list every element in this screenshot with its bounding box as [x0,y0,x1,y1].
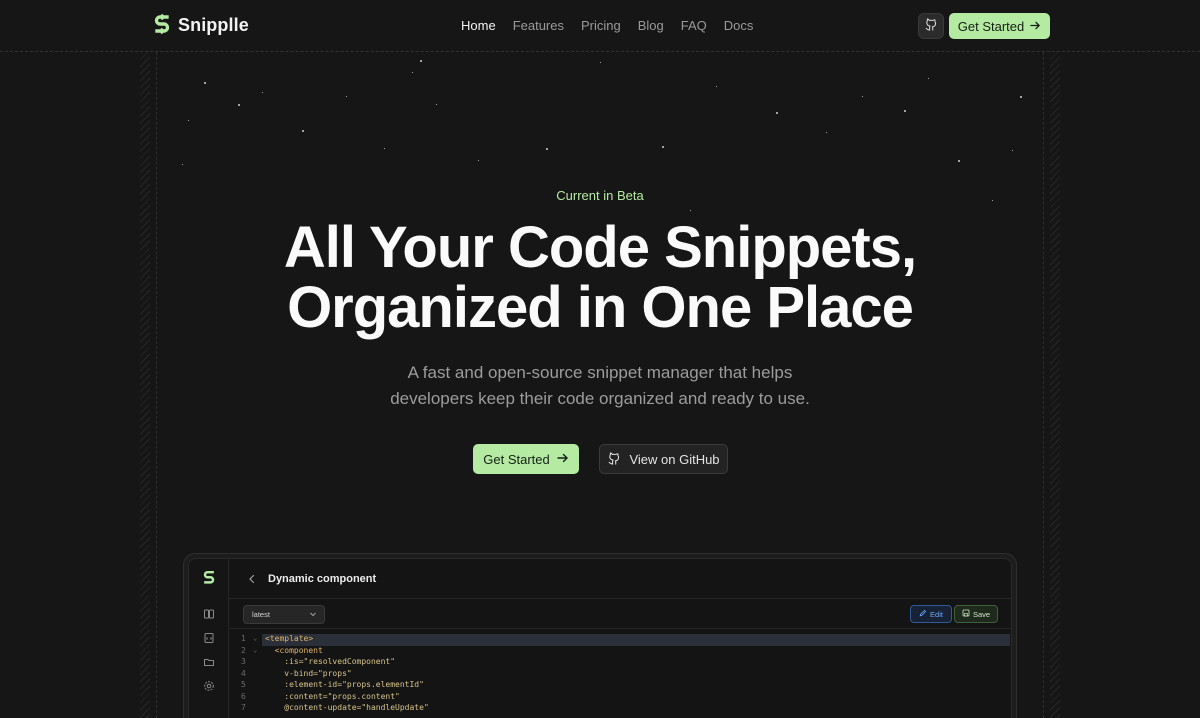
save-icon [962,609,970,619]
code-line: 2 ⌄ <component [229,646,1011,658]
code-text: <component [265,645,323,655]
code-line: 5 :element-id="props.elementId" [229,680,1011,692]
code-text: :content="props.content" [265,691,400,701]
github-icon [924,17,938,36]
line-number: 7 [241,703,246,712]
nav-link-docs[interactable]: Docs [724,18,754,33]
edit-button[interactable]: Edit [910,605,952,623]
code-text: @content-update="handleUpdate" [265,703,429,712]
code-line: 3 :is="resolvedComponent" [229,657,1011,669]
line-number: 6 [241,691,246,701]
view-on-github-button[interactable]: View on GitHub [599,444,728,474]
fold-arrow-icon[interactable]: ⌄ [253,634,257,642]
line-number: 5 [241,680,246,689]
code-line: 6 :content="props.content" [229,692,1011,704]
library-icon[interactable] [201,606,217,622]
save-button[interactable]: Save [954,605,998,623]
edit-label: Edit [930,609,943,619]
arrow-right-icon [1030,19,1041,34]
version-value: latest [252,610,270,619]
nav-link-pricing[interactable]: Pricing [581,18,621,33]
hero-headline: All Your Code Snippets, Organized in One… [0,218,1200,338]
github-icon [607,451,621,468]
code-line: 1 ⌄ <template> [229,634,1011,646]
nav-link-blog[interactable]: Blog [638,18,664,33]
get-started-label: Get Started [483,451,550,467]
arrow-right-icon [557,452,569,467]
snippet-title: Dynamic component [268,573,377,585]
code-line: 4 v-bind="props" [229,669,1011,681]
headline-line-2: Organized in One Place [287,275,914,340]
app-preview: Dynamic component latest Edit Save 1 ⌄ < [188,558,1012,718]
headline-line-1: All Your Code Snippets, [283,215,917,280]
beta-badge: Current in Beta [556,188,644,203]
subtitle-line-2: developers keep their code organized and… [390,389,810,408]
snippet-icon[interactable] [201,630,217,646]
settings-icon[interactable] [201,678,217,694]
app-sidebar [189,559,229,718]
folder-icon[interactable] [201,654,217,670]
fold-arrow-icon[interactable]: ⌄ [253,646,257,654]
brand-name: Snipplle [178,14,249,35]
view-on-github-label: View on GitHub [629,451,720,467]
get-started-button[interactable]: Get Started [473,444,579,474]
line-number: 1 [241,634,246,643]
code-text: v-bind="props" [265,668,352,678]
subtitle-line-1: A fast and open-source snippet manager t… [407,363,793,382]
get-started-nav-button[interactable]: Get Started [949,13,1050,39]
code-text: :element-id="props.elementId" [265,680,424,689]
nav-link-faq[interactable]: FAQ [681,18,707,33]
editor-toolbar: latest Edit Save [229,599,1011,629]
line-number: 4 [241,668,246,678]
code-line: 7 @content-update="handleUpdate" [229,703,1011,715]
line-number: 3 [241,657,246,666]
code-text: <template> [265,634,314,643]
brand-logo[interactable]: Snipplle [154,14,249,36]
app-header: Dynamic component [229,559,1011,599]
save-label: Save [972,609,991,619]
code-editor[interactable]: 1 ⌄ <template> 2 ⌄ <component 3 :is="res… [229,633,1011,718]
code-text: :is="resolvedComponent" [265,657,396,666]
app-logo-icon [201,570,217,586]
line-number: 2 [241,645,246,655]
chevron-left-icon[interactable] [247,572,257,590]
get-started-nav-label: Get Started [957,18,1025,34]
github-nav-button[interactable] [918,13,944,39]
nav-link-home[interactable]: Home [461,18,496,33]
top-nav: Snipplle Home Features Pricing Blog FAQ … [0,0,1200,52]
nav-links: Home Features Pricing Blog FAQ Docs [461,18,753,33]
version-select[interactable]: latest [243,605,325,624]
chevron-down-icon [309,610,317,620]
nav-link-features[interactable]: Features [513,18,564,33]
snipplle-logo-icon [154,14,170,36]
hero-subtitle: A fast and open-source snippet manager t… [0,360,1200,412]
pencil-icon [919,609,927,619]
